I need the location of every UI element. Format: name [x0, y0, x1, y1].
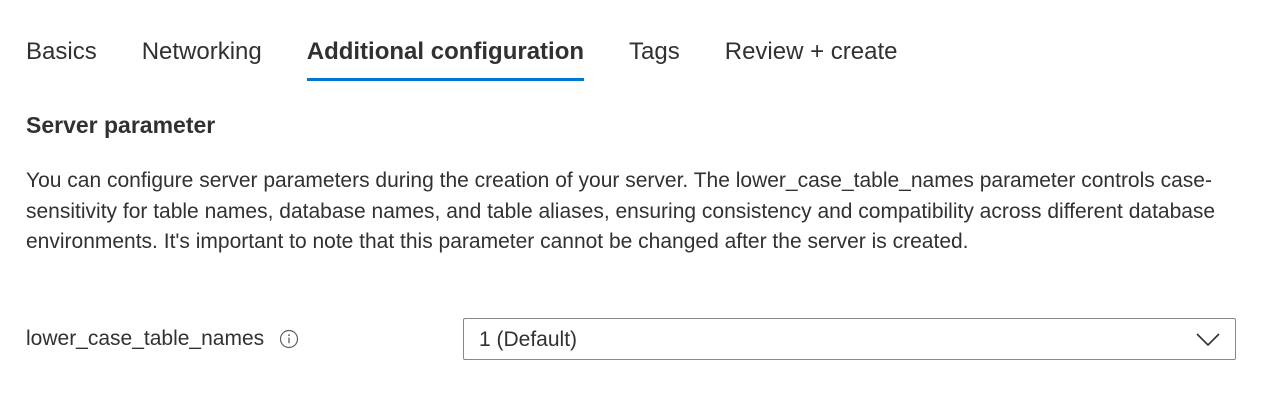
section-description: You can configure server parameters duri…	[26, 169, 1216, 253]
tab-tags[interactable]: Tags	[629, 28, 680, 76]
tab-basics[interactable]: Basics	[26, 28, 97, 76]
tab-additional-configuration[interactable]: Additional configuration	[306, 28, 585, 81]
chevron-down-icon	[1195, 330, 1221, 348]
field-label: lower_case_table_names	[26, 327, 265, 350]
section-title: Server parameter	[26, 112, 216, 138]
tab-networking[interactable]: Networking	[142, 28, 262, 76]
info-icon[interactable]	[279, 329, 299, 349]
dropdown-selected-value: 1 (Default)	[479, 328, 578, 351]
tab-review-create[interactable]: Review + create	[725, 28, 898, 76]
lower-case-table-names-row: lower_case_table_names 1 (Default)	[26, 318, 1238, 360]
tab-bar: Basics Networking Additional configurati…	[26, 28, 943, 84]
field-label-container: lower_case_table_names	[26, 326, 299, 352]
lower-case-table-names-dropdown[interactable]: 1 (Default)	[463, 318, 1236, 360]
